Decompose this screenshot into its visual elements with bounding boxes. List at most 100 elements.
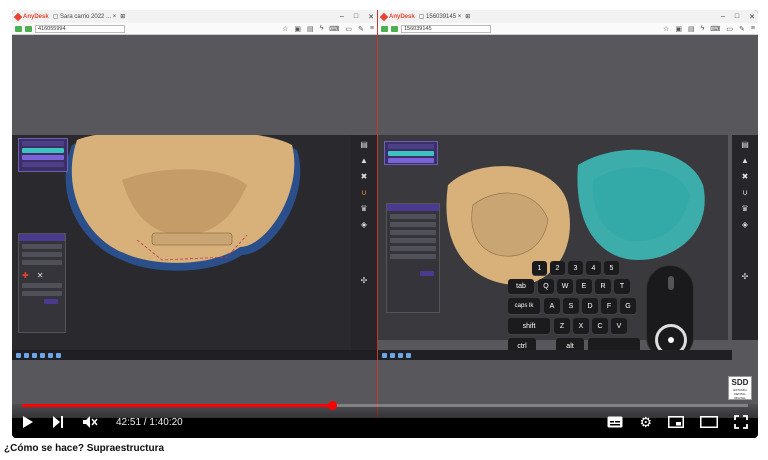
screen-icon[interactable]: ▭: [726, 25, 733, 33]
keyboard-icon[interactable]: ⌨: [710, 25, 720, 33]
session-tab[interactable]: ▢ 156039145 ×: [419, 13, 462, 20]
pen-icon[interactable]: ✎: [358, 25, 364, 33]
menu-row[interactable]: [22, 155, 64, 160]
taskbar-app-icon[interactable]: [40, 352, 45, 358]
maximize-icon[interactable]: □: [735, 13, 739, 21]
session-tab[interactable]: ▢ Sara carrio 2022 ... ×: [53, 13, 117, 20]
magnet-icon[interactable]: ∪: [361, 189, 367, 197]
miniplayer-icon[interactable]: [668, 416, 684, 428]
new-tab-icon[interactable]: ⊞: [465, 13, 470, 20]
magnet-icon[interactable]: ∪: [742, 189, 748, 197]
progress-bar[interactable]: [22, 401, 748, 410]
tool-dialog-right: [386, 203, 440, 313]
star-icon[interactable]: ☆: [663, 25, 669, 33]
close-icon[interactable]: ✕: [368, 13, 374, 21]
menu-row[interactable]: [388, 144, 434, 149]
menu-row[interactable]: [22, 148, 64, 153]
dialog-option[interactable]: [390, 254, 436, 259]
tools-icon[interactable]: ✖: [742, 173, 749, 181]
tooth-icon[interactable]: ♛: [360, 205, 367, 213]
progress-scrubber[interactable]: [328, 401, 337, 410]
taskbar-app-icon[interactable]: [24, 352, 29, 358]
keyboard-icon[interactable]: ⌨: [329, 25, 339, 33]
dialog-option[interactable]: [390, 230, 436, 235]
taskbar-app-icon[interactable]: [406, 352, 411, 358]
theater-mode-icon[interactable]: [700, 416, 718, 428]
windows-start-icon[interactable]: [16, 352, 21, 358]
time-display: 42:51 / 1:40:20: [116, 416, 183, 428]
minimize-icon[interactable]: –: [721, 13, 725, 21]
ok-button[interactable]: [420, 271, 434, 276]
menu-row[interactable]: [388, 151, 434, 156]
progress-fill: [22, 404, 332, 407]
new-tab-icon[interactable]: ⊞: [120, 13, 125, 20]
key-g: G: [620, 298, 636, 314]
address-field[interactable]: 416055994: [35, 24, 125, 33]
lightning-icon[interactable]: ϟ: [320, 25, 324, 33]
play-icon[interactable]: [22, 415, 34, 429]
video-title[interactable]: ¿Cómo se hace? Supraestructura: [4, 443, 164, 454]
volume-muted-icon[interactable]: [82, 415, 98, 429]
layers-icon[interactable]: ◈: [742, 221, 748, 229]
connection-icon[interactable]: [391, 25, 398, 32]
dialog-option[interactable]: [390, 222, 436, 227]
clipboard-icon[interactable]: ▤: [688, 25, 695, 33]
lightning-icon[interactable]: ϟ: [701, 25, 705, 33]
monitor-icon[interactable]: [381, 25, 388, 32]
menu-icon[interactable]: ≡: [751, 25, 755, 33]
menu-row[interactable]: [388, 158, 434, 163]
save-icon[interactable]: ▤: [741, 141, 749, 149]
maximize-icon[interactable]: □: [354, 13, 358, 21]
add-icon[interactable]: ✚: [22, 271, 29, 280]
tools-icon[interactable]: ✖: [361, 173, 368, 181]
windows-start-icon[interactable]: [382, 352, 387, 358]
menu-icon[interactable]: ≡: [370, 25, 374, 33]
menu-row[interactable]: [22, 141, 64, 146]
taskbar-app-icon[interactable]: [56, 352, 61, 358]
close-icon[interactable]: ✕: [749, 13, 755, 21]
taskbar-app-icon[interactable]: [48, 352, 53, 358]
fullscreen-icon[interactable]: [734, 415, 748, 429]
taskbar-app-icon[interactable]: [390, 352, 395, 358]
remote-desktop-left[interactable]: ✚ ✕ ▤ ▲ ✖ ∪ ♛ ◈ ✣: [12, 35, 377, 418]
tooth-icon[interactable]: ♛: [741, 205, 748, 213]
layers-icon[interactable]: ◈: [361, 221, 367, 229]
dialog-option[interactable]: [22, 283, 62, 288]
subtitles-icon[interactable]: [607, 416, 623, 428]
connection-icon[interactable]: [25, 25, 32, 32]
clipboard-icon[interactable]: ▤: [307, 25, 314, 33]
expert-icon[interactable]: ▲: [741, 157, 749, 165]
save-icon[interactable]: ▤: [360, 141, 368, 149]
video-player[interactable]: AnyDesk ▢ Sara carrio 2022 ... × ⊞ – □ ✕…: [12, 10, 758, 438]
next-icon[interactable]: [52, 415, 64, 429]
remove-icon[interactable]: ✕: [37, 271, 44, 280]
minimize-icon[interactable]: –: [340, 13, 344, 21]
dialog-option[interactable]: [22, 291, 62, 296]
display-icon[interactable]: ▣: [294, 25, 301, 33]
dialog-option[interactable]: [22, 244, 62, 249]
menu-row[interactable]: [22, 162, 64, 167]
address-field[interactable]: 156039145: [401, 24, 491, 33]
pen-icon[interactable]: ✎: [739, 25, 745, 33]
key-e: E: [576, 279, 592, 294]
key-a: A: [544, 298, 560, 314]
expert-icon[interactable]: ▲: [360, 157, 368, 165]
dialog-option[interactable]: [390, 246, 436, 251]
dialog-option[interactable]: [22, 252, 62, 257]
taskbar-app-icon[interactable]: [398, 352, 403, 358]
view-cube-icon[interactable]: ✣: [361, 277, 368, 285]
dialog-option[interactable]: [390, 238, 436, 243]
ok-button[interactable]: [44, 299, 58, 304]
dialog-option[interactable]: [22, 260, 62, 265]
gear-icon[interactable]: ⚙: [639, 415, 652, 429]
remote-desktop-right[interactable]: ▤ ▲ ✖ ∪ ♛ ◈ ✣ 1 2 3 4 5 tab Q W E R T ca…: [378, 35, 758, 418]
view-cube-icon[interactable]: ✣: [742, 273, 749, 281]
monitor-icon[interactable]: [15, 25, 22, 32]
key-4: 4: [586, 261, 601, 275]
dialog-option[interactable]: [390, 214, 436, 219]
taskbar-app-icon[interactable]: [32, 352, 37, 358]
screen-icon[interactable]: ▭: [345, 25, 352, 33]
key-3: 3: [568, 261, 583, 275]
display-icon[interactable]: ▣: [675, 25, 682, 33]
star-icon[interactable]: ☆: [282, 25, 288, 33]
